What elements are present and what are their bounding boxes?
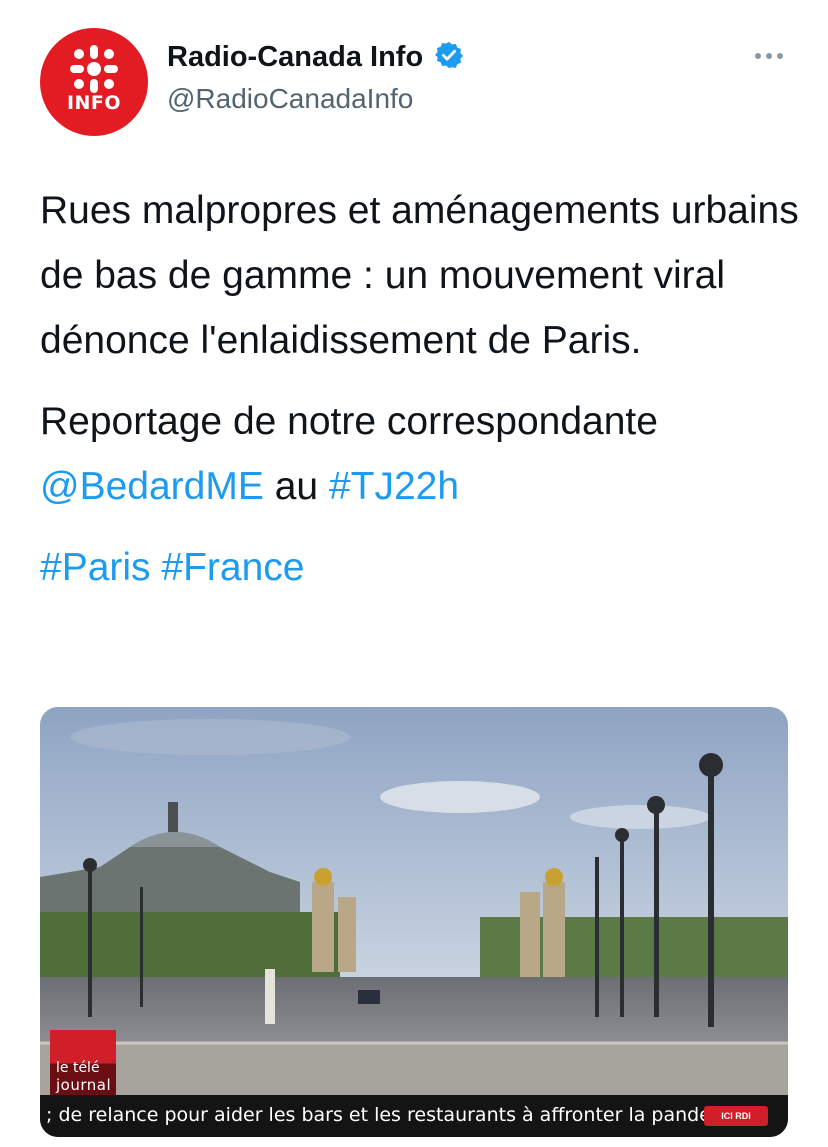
hashtag-paris[interactable]: #Paris [40,546,151,589]
channel-badge: ICI RDI [704,1106,768,1126]
handle[interactable]: @RadioCanadaInfo [167,83,464,115]
radio-canada-gem-icon [70,45,118,93]
logo-line-2: journal [56,1076,112,1094]
tweet-text-reportage: Reportage de notre correspondante [40,400,658,443]
verified-badge-icon [434,40,464,75]
author-info: Radio-Canada Info @RadioCanadaInfo [167,40,464,115]
tele-journal-logo: le télé journal [50,1030,116,1100]
news-ticker: ; de relance pour aider les bars et les … [40,1095,788,1137]
hashtag-france[interactable]: #France [161,546,304,589]
avatar[interactable]: INFO [40,28,148,136]
tweet-text: Rues malpropres et aménagements urbains … [40,178,800,600]
avatar-label: INFO [66,92,122,114]
tweet-paragraph-3: #Paris #France [40,535,800,600]
tweet-paragraph-1: Rues malpropres et aménagements urbains … [40,189,799,362]
ticker-text: ; de relance pour aider les bars et les … [46,1104,711,1126]
tweet-text-au: au [274,465,319,508]
hashtag-tj22h[interactable]: #TJ22h [329,465,459,508]
video-thumbnail [40,707,788,1137]
mention-link[interactable]: @BedardME [40,465,264,508]
tweet-paragraph-2: Reportage de notre correspondante @Bedar… [40,389,800,519]
logo-line-1: le télé [56,1060,100,1076]
tweet-header: INFO Radio-Canada Info @RadioCanadaInfo [40,28,790,138]
display-name[interactable]: Radio-Canada Info [167,41,423,74]
video-media[interactable]: le télé journal ; de relance pour aider … [40,707,788,1137]
more-options-icon[interactable] [754,48,784,66]
